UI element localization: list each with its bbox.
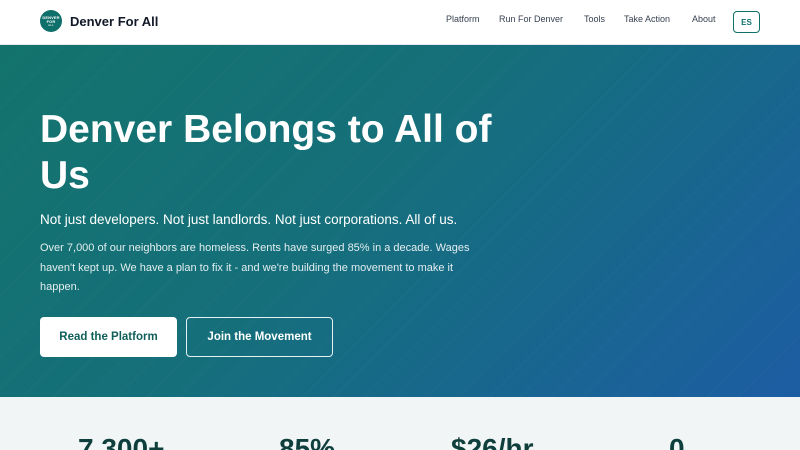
nav-about[interactable]: About bbox=[692, 14, 716, 24]
main-nav: Platform Run For Denver Tools Take Actio… bbox=[0, 0, 800, 45]
nav-take-action[interactable]: Take Action bbox=[624, 14, 670, 24]
hero-subtitle: Not just developers. Not just landlords.… bbox=[40, 212, 458, 227]
hero-title: Denver Belongs to All of Us bbox=[40, 108, 492, 197]
language-toggle-button[interactable]: ES bbox=[733, 11, 760, 33]
join-movement-button[interactable]: Join the Movement bbox=[186, 317, 333, 357]
stat-zero: 0 bbox=[669, 433, 685, 450]
stat-rent-increase: 85% bbox=[279, 433, 336, 450]
hero-section: Denver Belongs to All of Us Not just dev… bbox=[0, 45, 800, 397]
stat-wage: $26/hr bbox=[451, 433, 534, 450]
stat-homeless-count: 7,300+ bbox=[78, 433, 165, 450]
nav-tools[interactable]: Tools bbox=[584, 14, 605, 24]
nav-run-for-denver[interactable]: Run For Denver bbox=[499, 14, 563, 24]
stats-section: 7,300+ 85% $26/hr 0 bbox=[0, 397, 800, 450]
read-platform-button[interactable]: Read the Platform bbox=[40, 317, 177, 357]
nav-platform[interactable]: Platform bbox=[446, 14, 480, 24]
site-header: DENVER FOR ALL Denver For All Platform R… bbox=[0, 0, 800, 45]
hero-body-text: Over 7,000 of our neighbors are homeless… bbox=[40, 242, 470, 293]
